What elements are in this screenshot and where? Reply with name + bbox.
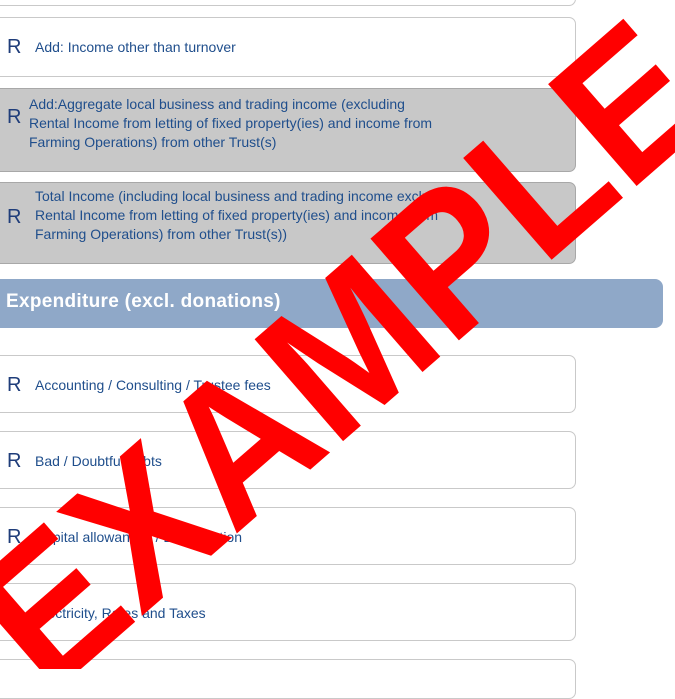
currency-symbol: R xyxy=(7,106,22,128)
currency-symbol: R xyxy=(7,206,22,228)
field-label: Electricity, Rates and Taxes xyxy=(35,605,206,621)
next-field-box xyxy=(0,659,576,699)
prev-field-box xyxy=(0,0,576,6)
currency-symbol: R xyxy=(7,602,22,624)
field-label: Add: Income other than turnover xyxy=(35,39,236,55)
total-income-field: R Total Income (including local business… xyxy=(0,182,576,264)
currency-symbol: R xyxy=(7,526,22,548)
bad-doubtful-debts-field[interactable]: R Bad / Doubtful debts xyxy=(0,431,576,489)
currency-symbol: R xyxy=(7,36,22,58)
field-label: Accounting / Consulting / Trustee fees xyxy=(35,377,271,393)
field-label: Bad / Doubtful debts xyxy=(35,453,162,469)
currency-symbol: R xyxy=(7,374,22,396)
capital-allowances-field[interactable]: R Capital allowances / Depreciation xyxy=(0,507,576,565)
currency-symbol: R xyxy=(7,450,22,472)
accounting-fees-field[interactable]: R Accounting / Consulting / Trustee fees xyxy=(0,355,576,413)
section-header-expenditure: Expenditure (excl. donations) xyxy=(0,279,663,328)
field-label: Add:Aggregate local business and trading… xyxy=(29,96,433,150)
electricity-rates-taxes-field[interactable]: R Electricity, Rates and Taxes xyxy=(0,583,576,641)
aggregate-local-business-income-field: R Add:Aggregate local business and tradi… xyxy=(0,88,576,172)
section-title: Expenditure (excl. donations) xyxy=(6,291,281,312)
field-label: Total Income (including local business a… xyxy=(35,188,457,242)
field-label: Capital allowances / Depreciation xyxy=(35,529,242,545)
income-other-than-turnover-field[interactable]: R Add: Income other than turnover xyxy=(0,17,576,77)
